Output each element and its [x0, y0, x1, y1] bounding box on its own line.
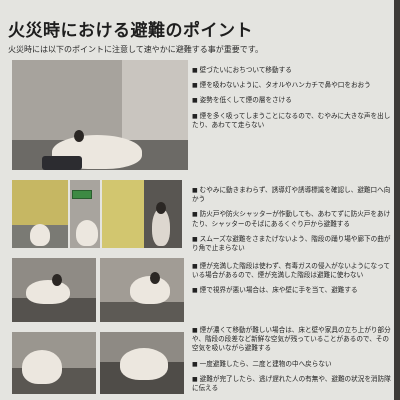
photo-hand-on-wall-stairs [100, 258, 184, 322]
person-figure [30, 224, 50, 246]
point-1-1: 壁づたいにおちついて移動する [192, 66, 392, 75]
person-head [156, 202, 166, 214]
point-2-3: スムーズな避難をさまたげないよう、階段の踊り場や廊下の曲がり角で止まらない [192, 235, 392, 253]
section2-points: むやみに動きまわらず、誘導灯や誘導標識を確認し、避難口へ向かう 防火戸や防火シャ… [192, 186, 392, 259]
photo-shutter-door [102, 180, 182, 248]
person-head [150, 272, 160, 284]
person-head [74, 130, 84, 142]
photo-crawling-stairs [100, 332, 184, 394]
point-4-3: 避難が完了したら、逃げ遅れた人の有無や、避難の状況を消防隊に伝える [192, 375, 392, 393]
point-4-2: 一度避難したら、二度と建物の中へ戻らない [192, 360, 392, 369]
point-1-2: 煙を吸わないように、タオルやハンカチで鼻や口をおおう [192, 81, 392, 90]
photo-exit-sign-hallway [12, 180, 68, 248]
person-figure [26, 280, 70, 304]
person-figure [76, 220, 98, 246]
point-3-2: 煙で視界が悪い場合は、床や壁に手を当て、避難する [192, 286, 392, 295]
person-head [52, 274, 62, 286]
person-figure [22, 350, 62, 384]
person-legs [42, 156, 82, 170]
poster-title: 火災時における避難のポイント [8, 21, 253, 41]
poster-frame-edge [394, 0, 400, 400]
photo-crawling-floor [12, 332, 96, 394]
evacuation-poster: 火災時における避難のポイント 火災時には以下のポイントに注意して速やかに避難する… [0, 0, 398, 400]
person-figure [120, 348, 168, 380]
point-2-2: 防火戸や防火シャッターが作動しても、あわてずに防火戸をあけたり、シャッターのそば… [192, 210, 392, 228]
point-1-4: 煙を多く吸ってしまうことになるので、むやみに大きな声を出したり、あわてて走らない [192, 112, 392, 130]
exit-sign-icon [72, 190, 92, 199]
point-2-1: むやみに動きまわらず、誘導灯や誘導標識を確認し、避難口へ向かう [192, 186, 392, 204]
point-1-3: 姿勢を低くして煙の層をさける [192, 96, 392, 105]
photo-crouching-along-wall [12, 60, 188, 170]
photo-stairs-low-posture [12, 258, 96, 322]
point-4-1: 煙が濃くて移動が難しい場合は、床と壁や家具の立ち上がり部分や、階段の段差など新鮮… [192, 326, 392, 354]
section3-points: 煙が充満した階段は使わず、有毒ガスの侵入がないようになっている場合があるので、煙… [192, 262, 392, 302]
section1-points: 壁づたいにおちついて移動する 煙を吸わないように、タオルやハンカチで鼻や口をおお… [192, 66, 392, 136]
point-3-1: 煙が充満した階段は使わず、有毒ガスの侵入がないようになっている場合があるので、煙… [192, 262, 392, 280]
section4-points: 煙が濃くて移動が難しい場合は、床と壁や家具の立ち上がり部分や、階段の段差など新鮮… [192, 326, 392, 399]
poster-subtitle: 火災時には以下のポイントに注意して速やかに避難する事が重要です。 [8, 45, 263, 54]
photo-pointing-at-exit [70, 180, 100, 248]
